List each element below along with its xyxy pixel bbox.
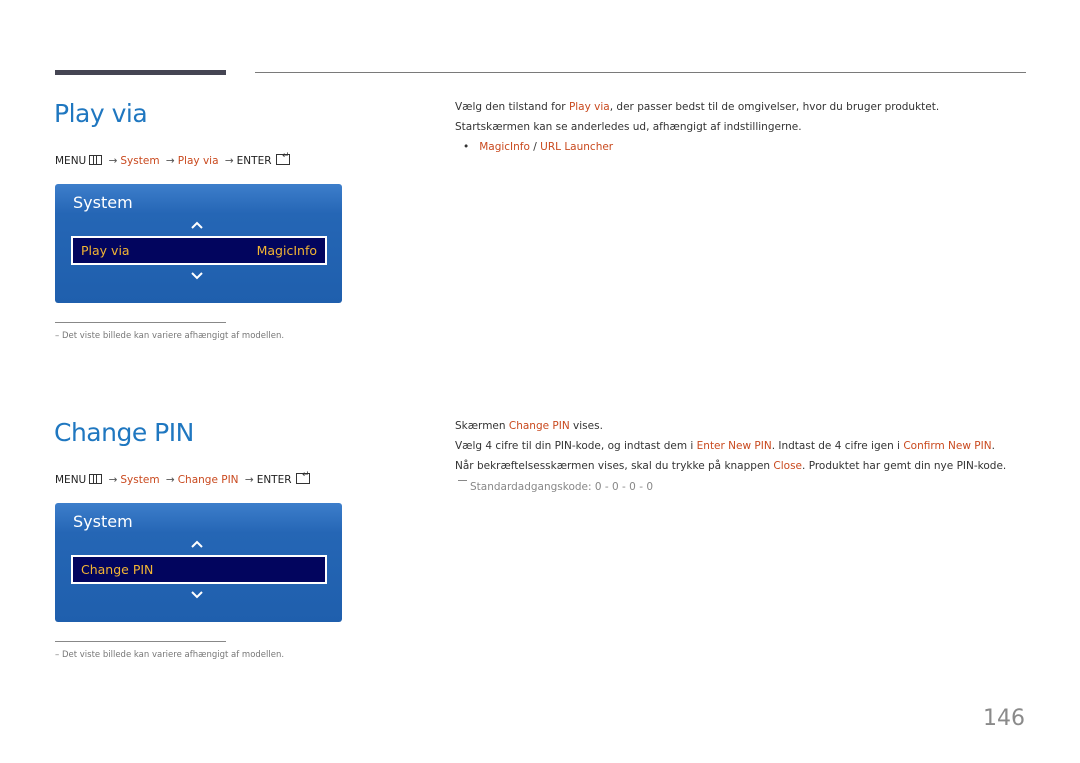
change-pin-description-line3: Når bekræftelsesskærmen vises, skal du t… bbox=[455, 456, 1006, 476]
note-divider bbox=[55, 322, 226, 323]
osd-panel-play-via: System Play via MagicInfo bbox=[55, 184, 342, 303]
menu-path-item: Play via bbox=[177, 155, 219, 167]
osd-item-label: Play via bbox=[81, 243, 130, 258]
arrow-icon: → bbox=[165, 155, 175, 167]
text: . Indtast de 4 cifre igen i bbox=[771, 440, 904, 452]
header-rule-thin bbox=[255, 72, 1026, 73]
text: Vælg den tilstand for bbox=[455, 101, 569, 113]
menu-label: MENU bbox=[55, 155, 87, 167]
text: vises. bbox=[569, 420, 603, 432]
note-image-varies: – Det viste billede kan variere afhængig… bbox=[55, 331, 285, 341]
arrow-icon: → bbox=[108, 155, 118, 167]
text: Vælg 4 cifre til din PIN-kode, og indtas… bbox=[455, 440, 697, 452]
arrow-icon: → bbox=[244, 474, 254, 486]
osd-item-change-pin[interactable]: Change PIN bbox=[71, 555, 327, 584]
osd-item-label: Change PIN bbox=[81, 562, 154, 577]
default-pin-note: Standardadgangskode: 0 - 0 - 0 - 0 bbox=[458, 480, 653, 493]
text: Skærmen bbox=[455, 420, 509, 432]
note-dash-icon bbox=[458, 480, 467, 481]
play-via-options-bullet: • MagicInfo / URL Launcher bbox=[463, 141, 613, 153]
menu-path-play-via: MENU → System → Play via → ENTER bbox=[55, 151, 290, 167]
play-via-description-line1: Vælg den tilstand for Play via, der pass… bbox=[455, 97, 939, 117]
enter-icon bbox=[295, 470, 310, 484]
osd-title: System bbox=[73, 193, 133, 212]
menu-path-item: Change PIN bbox=[177, 474, 239, 486]
highlight-close: Close bbox=[773, 460, 803, 472]
osd-panel-change-pin: System Change PIN bbox=[55, 503, 342, 622]
menu-path-system: System bbox=[120, 474, 160, 486]
arrow-icon: → bbox=[224, 155, 234, 167]
menu-path-system: System bbox=[120, 155, 160, 167]
highlight-play-via: Play via bbox=[568, 101, 610, 113]
enter-icon bbox=[275, 151, 290, 165]
page-number: 146 bbox=[983, 706, 1025, 731]
option-separator: / bbox=[529, 141, 541, 153]
text: , der passer bedst til de omgivelser, hv… bbox=[609, 101, 940, 113]
enter-label: ENTER bbox=[236, 155, 272, 167]
header-rule-thick bbox=[55, 70, 226, 75]
osd-title: System bbox=[73, 512, 133, 531]
option-url-launcher: URL Launcher bbox=[540, 141, 614, 153]
section-title-change-pin: Change PIN bbox=[54, 418, 194, 447]
note-image-varies: – Det viste billede kan variere afhængig… bbox=[55, 650, 285, 660]
menu-label: MENU bbox=[55, 474, 87, 486]
bullet-icon: • bbox=[463, 141, 470, 153]
default-pin-text: Standardadgangskode: 0 - 0 - 0 - 0 bbox=[470, 481, 654, 493]
chevron-up-icon[interactable] bbox=[191, 538, 203, 550]
menu-icon bbox=[89, 474, 103, 484]
osd-item-play-via[interactable]: Play via MagicInfo bbox=[71, 236, 327, 265]
menu-icon bbox=[89, 155, 103, 165]
arrow-icon: → bbox=[165, 474, 175, 486]
highlight-enter-new-pin: Enter New PIN bbox=[696, 440, 772, 452]
note-divider bbox=[55, 641, 226, 642]
change-pin-description-line1: Skærmen Change PIN vises. bbox=[455, 416, 603, 436]
arrow-icon: → bbox=[108, 474, 118, 486]
menu-path-change-pin: MENU → System → Change PIN → ENTER bbox=[55, 470, 310, 486]
highlight-confirm-new-pin: Confirm New PIN bbox=[903, 440, 992, 452]
section-title-play-via: Play via bbox=[54, 99, 148, 128]
enter-label: ENTER bbox=[256, 474, 292, 486]
chevron-down-icon[interactable] bbox=[191, 270, 203, 282]
play-via-description-line2: Startskærmen kan se anderledes ud, afhæn… bbox=[455, 121, 802, 133]
text: . bbox=[991, 440, 995, 452]
change-pin-description-line2: Vælg 4 cifre til din PIN-kode, og indtas… bbox=[455, 436, 995, 456]
text: . Produktet har gemt din nye PIN-kode. bbox=[802, 460, 1007, 472]
text: Når bekræftelsesskærmen vises, skal du t… bbox=[455, 460, 774, 472]
osd-item-value: MagicInfo bbox=[256, 243, 317, 258]
option-magicinfo: MagicInfo bbox=[479, 141, 530, 153]
chevron-down-icon[interactable] bbox=[191, 589, 203, 601]
chevron-up-icon[interactable] bbox=[191, 219, 203, 231]
highlight-change-pin: Change PIN bbox=[508, 420, 570, 432]
